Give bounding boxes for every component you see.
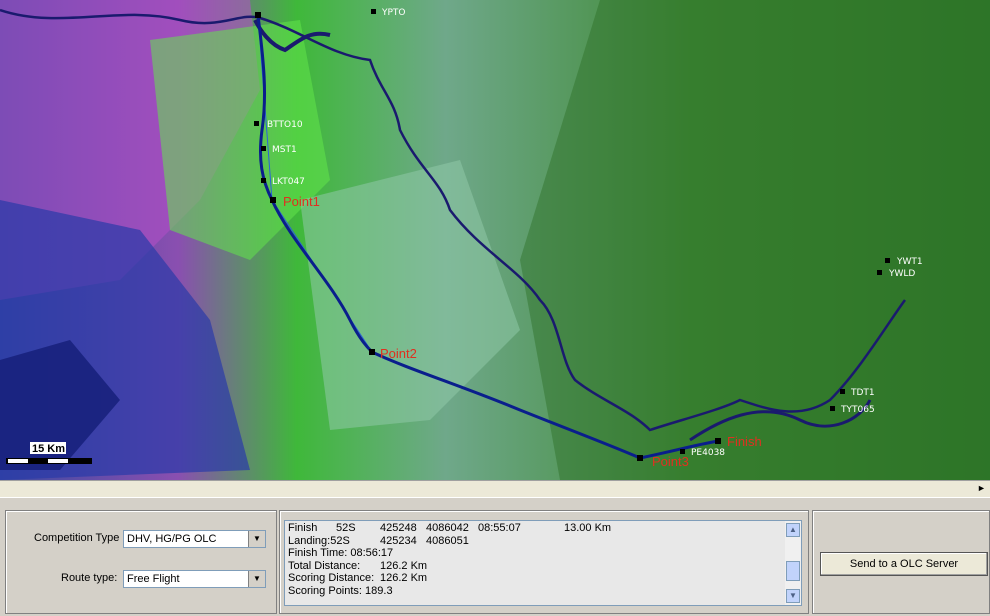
- waypoint-marker[interactable]: [885, 258, 890, 263]
- results-table: Finish 52S 425248 4086042 08:55:07 13.00…: [288, 522, 615, 597]
- finish-marker[interactable]: [715, 438, 721, 444]
- waypoint-marker[interactable]: [254, 121, 259, 126]
- options-group: [5, 510, 277, 614]
- waypoint-marker[interactable]: [877, 270, 882, 275]
- competition-type-value: DHV, HG/PG OLC: [127, 533, 217, 545]
- waypoint-label: TDT1: [850, 388, 875, 398]
- satellite-map[interactable]: YPTO BTTO10 MST1 LKT047 YWT1 YWLD TDT1 T…: [0, 0, 990, 480]
- results-row: Landing:52S 425234 4086051: [288, 534, 469, 547]
- turnpoint-label: Finish: [727, 434, 762, 449]
- results-row: Total Distance: 126.2 Km: [288, 559, 428, 572]
- turnpoint-marker[interactable]: [637, 455, 643, 461]
- waypoint-marker[interactable]: [840, 389, 845, 394]
- results-row: Scoring Distance: 126.2 Km: [288, 572, 428, 584]
- map-canvas[interactable]: YPTO BTTO10 MST1 LKT047 YWT1 YWLD TDT1 T…: [0, 0, 990, 480]
- turnpoint-label: Point2: [380, 346, 417, 361]
- results-scrollbar[interactable]: ▲ ▼: [785, 521, 801, 605]
- results-row: Finish 52S 425248 4086042 08:55:07 13.00…: [288, 522, 612, 534]
- route-type-label: Route type:: [61, 572, 118, 584]
- results-row: Scoring Points: 189.3: [288, 584, 393, 597]
- waypoint-marker[interactable]: [371, 9, 376, 14]
- waypoint-label: LKT047: [272, 177, 305, 187]
- scale-label: 15 Km: [32, 443, 65, 455]
- waypoint-label: MST1: [272, 145, 297, 155]
- competition-type-label: Competition Type: [34, 532, 120, 544]
- scroll-thumb[interactable]: [786, 561, 800, 581]
- start-marker[interactable]: [255, 12, 261, 18]
- terrain-forest: [520, 0, 990, 480]
- scroll-down-icon[interactable]: ▼: [786, 589, 800, 603]
- competition-type-select[interactable]: DHV, HG/PG OLC ▼: [123, 530, 266, 548]
- results-row: Finish Time: 08:56:17: [288, 547, 394, 559]
- turnpoint-label: Point3: [652, 454, 689, 469]
- scroll-right-icon[interactable]: ►: [975, 482, 988, 495]
- turnpoint-marker[interactable]: [369, 349, 375, 355]
- waypoint-label: PE4038: [691, 448, 725, 458]
- waypoint-label: TYT065: [840, 405, 875, 415]
- waypoint-marker[interactable]: [830, 406, 835, 411]
- horizontal-scrollbar[interactable]: ►: [0, 480, 990, 497]
- waypoint-label: YWLD: [888, 269, 915, 279]
- route-type-value: Free Flight: [127, 573, 180, 585]
- waypoint-marker[interactable]: [261, 146, 266, 151]
- chevron-down-icon[interactable]: ▼: [248, 571, 265, 587]
- waypoint-marker[interactable]: [261, 178, 266, 183]
- waypoint-label: BTTO10: [267, 120, 303, 130]
- turnpoint-marker[interactable]: [270, 197, 276, 203]
- waypoint-label: YPTO: [381, 8, 406, 18]
- turnpoint-label: Point1: [283, 194, 320, 209]
- scroll-up-icon[interactable]: ▲: [786, 523, 800, 537]
- waypoint-label: YWT1: [896, 257, 923, 267]
- chevron-down-icon[interactable]: ▼: [248, 531, 265, 547]
- results-textbox[interactable]: Finish 52S 425248 4086042 08:55:07 13.00…: [284, 520, 802, 606]
- send-to-olc-button[interactable]: Send to a OLC Server: [820, 552, 988, 576]
- route-type-select[interactable]: Free Flight ▼: [123, 570, 266, 588]
